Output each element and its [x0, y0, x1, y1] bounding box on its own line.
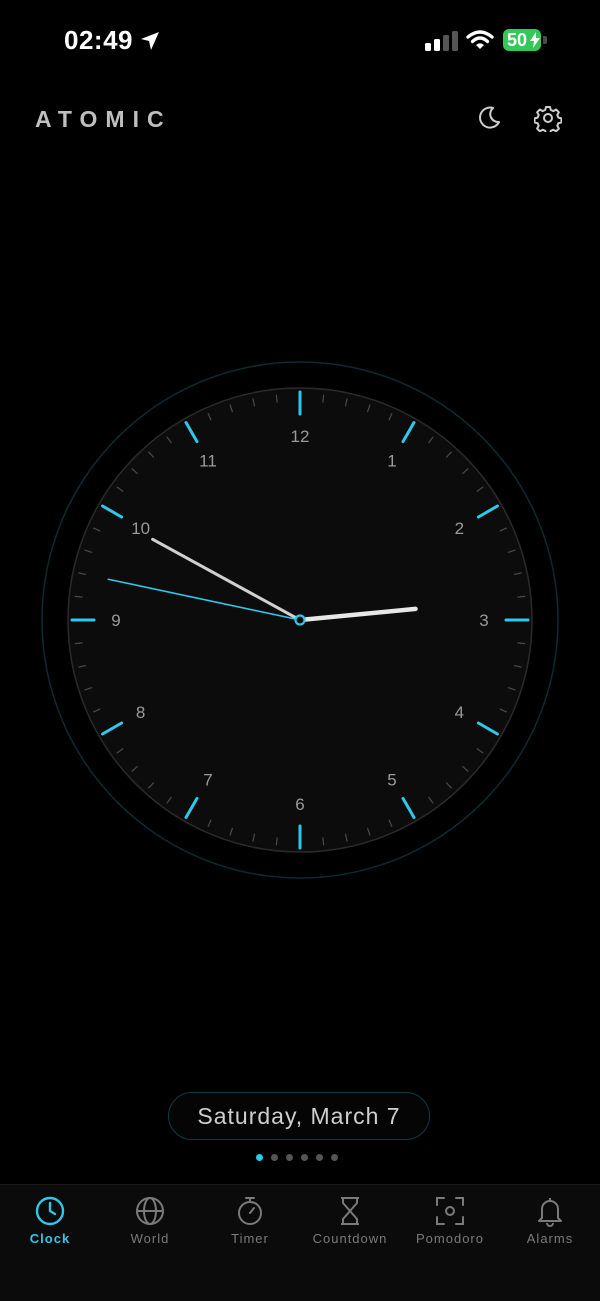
tab-label: Clock	[29, 1231, 71, 1246]
clock-numeral: 5	[387, 770, 396, 789]
page-dot[interactable]	[271, 1154, 278, 1161]
page-indicator[interactable]	[256, 1154, 338, 1162]
tab-label: Countdown	[312, 1231, 388, 1246]
clock-numeral: 4	[455, 703, 464, 722]
tab-label: Alarms	[526, 1231, 574, 1246]
clock-numeral: 8	[136, 703, 145, 722]
center-cap	[294, 614, 306, 626]
app-title: ATOMIC	[35, 106, 172, 132]
tab-label: Timer	[231, 1231, 269, 1246]
tab-label: Pomodoro	[416, 1231, 484, 1246]
clock-numeral: 6	[295, 795, 304, 814]
charging-bolt-icon	[530, 32, 540, 48]
clock-icon	[35, 1196, 65, 1226]
tab-label: World	[130, 1231, 170, 1246]
clock-numeral: 12	[291, 427, 310, 446]
cellular-signal-icon	[425, 31, 458, 51]
clock-numeral: 3	[479, 611, 488, 630]
minute-tick	[275, 394, 278, 403]
app-header: ATOMIC	[0, 90, 600, 150]
page-dot[interactable]	[256, 1154, 263, 1161]
focus-icon	[436, 1197, 464, 1225]
clock-numeral: 7	[203, 770, 212, 789]
page-dot[interactable]	[286, 1154, 293, 1161]
status-time: 02:49	[64, 25, 133, 55]
minute-tick	[322, 837, 325, 846]
tab-timer[interactable]: Timer	[200, 1185, 300, 1265]
dark-mode-moon-icon[interactable]	[475, 104, 503, 132]
stopwatch-icon	[238, 1197, 262, 1225]
minute-tick	[74, 642, 83, 645]
tab-alarms[interactable]: Alarms	[500, 1185, 600, 1265]
clock-numeral: 1	[387, 452, 396, 471]
battery-cap	[543, 36, 547, 44]
clock-numeral: 11	[199, 452, 217, 471]
location-arrow-icon	[141, 32, 159, 50]
page-dot[interactable]	[331, 1154, 338, 1161]
wifi-icon	[466, 30, 494, 49]
minute-tick	[275, 837, 278, 846]
status-bar: 02:49 50	[0, 0, 600, 80]
tab-pomodoro[interactable]: Pomodoro	[400, 1185, 500, 1265]
tab-bar: Clock World Timer Countdown Pomodoro Ala…	[0, 1184, 600, 1301]
clock-numeral: 9	[111, 611, 120, 630]
globe-icon	[136, 1197, 164, 1225]
clock-numeral: 10	[131, 519, 150, 538]
minute-tick	[74, 595, 83, 598]
settings-gear-icon[interactable]	[534, 104, 562, 132]
hourglass-icon	[341, 1197, 359, 1225]
battery-level: 50	[507, 30, 528, 50]
bell-icon	[538, 1198, 562, 1227]
clock-numeral: 2	[455, 519, 464, 538]
minute-tick	[322, 394, 325, 403]
tab-countdown[interactable]: Countdown	[300, 1185, 400, 1265]
page-dot[interactable]	[301, 1154, 308, 1161]
battery-indicator: 50	[503, 29, 549, 51]
tab-clock[interactable]: Clock	[0, 1185, 100, 1265]
date-label: Saturday, March 7	[168, 1092, 430, 1140]
analog-clock: 12 1 2 3 4 5 6 7 8 9 10 11	[40, 360, 560, 880]
clock-face: 121234567891011	[41, 361, 559, 879]
tab-world[interactable]: World	[100, 1185, 200, 1265]
minute-tick	[517, 642, 526, 645]
minute-tick	[517, 595, 526, 598]
page-dot[interactable]	[316, 1154, 323, 1161]
